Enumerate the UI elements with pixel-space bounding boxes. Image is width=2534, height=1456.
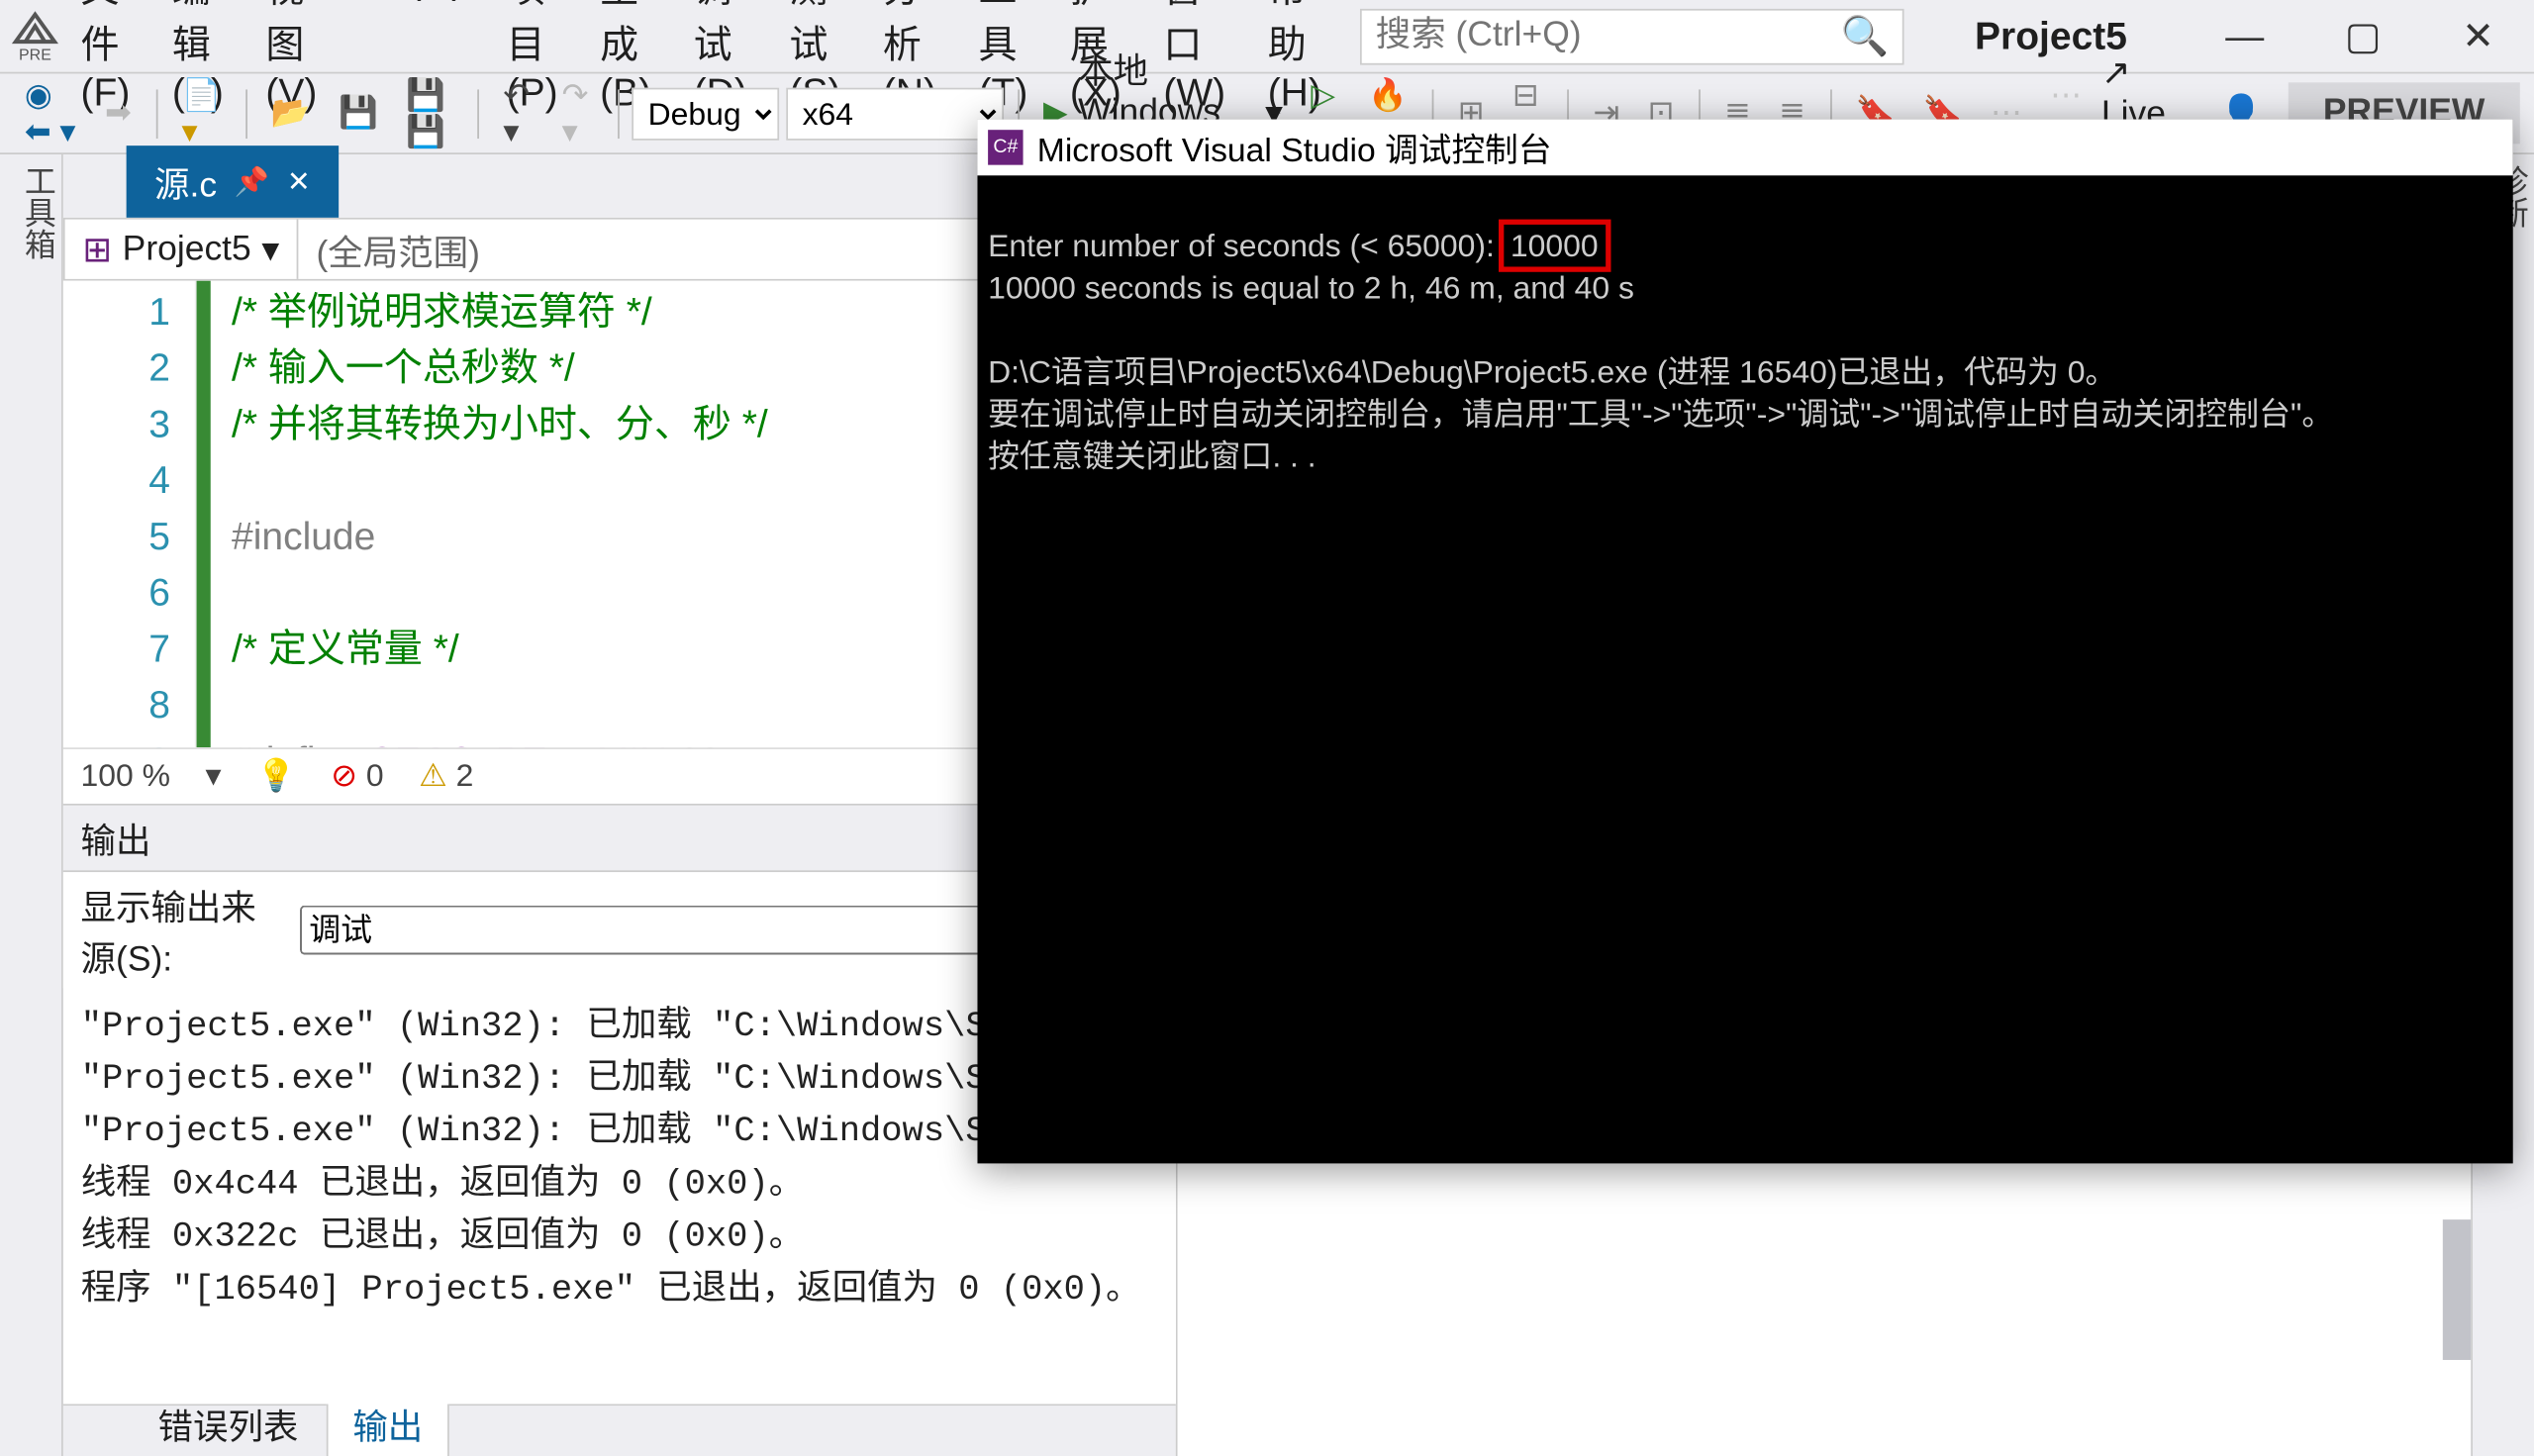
toolbox-tab[interactable]: 工具箱 xyxy=(0,154,63,1456)
console-titlebar[interactable]: C# Microsoft Visual Studio 调试控制台 xyxy=(977,120,2512,176)
undo-button[interactable]: ↶ ▾ xyxy=(493,69,544,157)
nav-project-dropdown[interactable]: ⊞ Project5 ▾ xyxy=(65,220,297,278)
console-anykey: 按任意键关闭此窗口. . . xyxy=(988,438,1316,473)
new-item-button[interactable]: 📄▾ xyxy=(171,69,232,157)
warning-count[interactable]: ⚠ 2 xyxy=(419,757,473,794)
output-source-label: 显示输出来源(S): xyxy=(81,879,287,981)
redo-button[interactable]: ↷ ▾ xyxy=(551,69,603,157)
search-box[interactable]: 🔍 xyxy=(1360,8,1904,64)
pin-icon[interactable]: 📌 xyxy=(235,164,269,199)
scrollbar-thumb[interactable] xyxy=(2443,1219,2471,1360)
close-tab-icon[interactable]: ✕ xyxy=(287,164,311,199)
line-gutter: 1234567891011121314151617181920212223242… xyxy=(63,281,197,747)
zoom-level[interactable]: 100 % xyxy=(81,757,170,794)
platform-dropdown[interactable]: x64 xyxy=(787,87,1004,140)
search-icon: 🔍 xyxy=(1841,13,1890,58)
search-input[interactable] xyxy=(1376,16,1841,56)
nav-back-button[interactable]: ◉ ⬅ ▾ xyxy=(14,69,87,157)
console-hint: 要在调试停止时自动关闭控制台，请启用"工具"->"选项"->"调试"->"调试停… xyxy=(988,397,2333,432)
nav-forward-button[interactable]: ➡ xyxy=(94,88,142,139)
console-result: 10000 seconds is equal to 2 h, 46 m, and… xyxy=(988,270,1634,305)
console-prompt: Enter number of seconds (< 65000): xyxy=(988,228,1504,262)
bottom-tabs: 错误列表 输出 xyxy=(63,1404,1176,1456)
save-button[interactable]: 💾 xyxy=(328,88,388,139)
output-source-dropdown[interactable]: 调试 xyxy=(300,905,1057,954)
lightbulb-icon[interactable]: 💡 xyxy=(256,757,296,794)
vs-icon: C# xyxy=(988,130,1023,164)
error-count[interactable]: ⊘ 0 xyxy=(331,757,383,794)
console-body[interactable]: Enter number of seconds (< 65000): 10000… xyxy=(977,175,2512,484)
change-bar xyxy=(197,281,211,747)
save-all-button[interactable]: 💾💾 xyxy=(396,69,464,157)
config-dropdown[interactable]: Debug xyxy=(633,87,780,140)
debug-console-window: C# Microsoft Visual Studio 调试控制台 Enter n… xyxy=(977,120,2512,1164)
open-button[interactable]: 📂 xyxy=(260,88,321,139)
app-logo: PRE xyxy=(11,3,60,69)
console-exit: D:\C语言项目\Project5\x64\Debug\Project5.exe… xyxy=(988,354,2116,389)
project-icon: ⊞ xyxy=(82,228,112,271)
tab-source-c[interactable]: 源.c 📌 ✕ xyxy=(127,146,339,218)
console-input-value: 10000 xyxy=(1504,225,1606,267)
